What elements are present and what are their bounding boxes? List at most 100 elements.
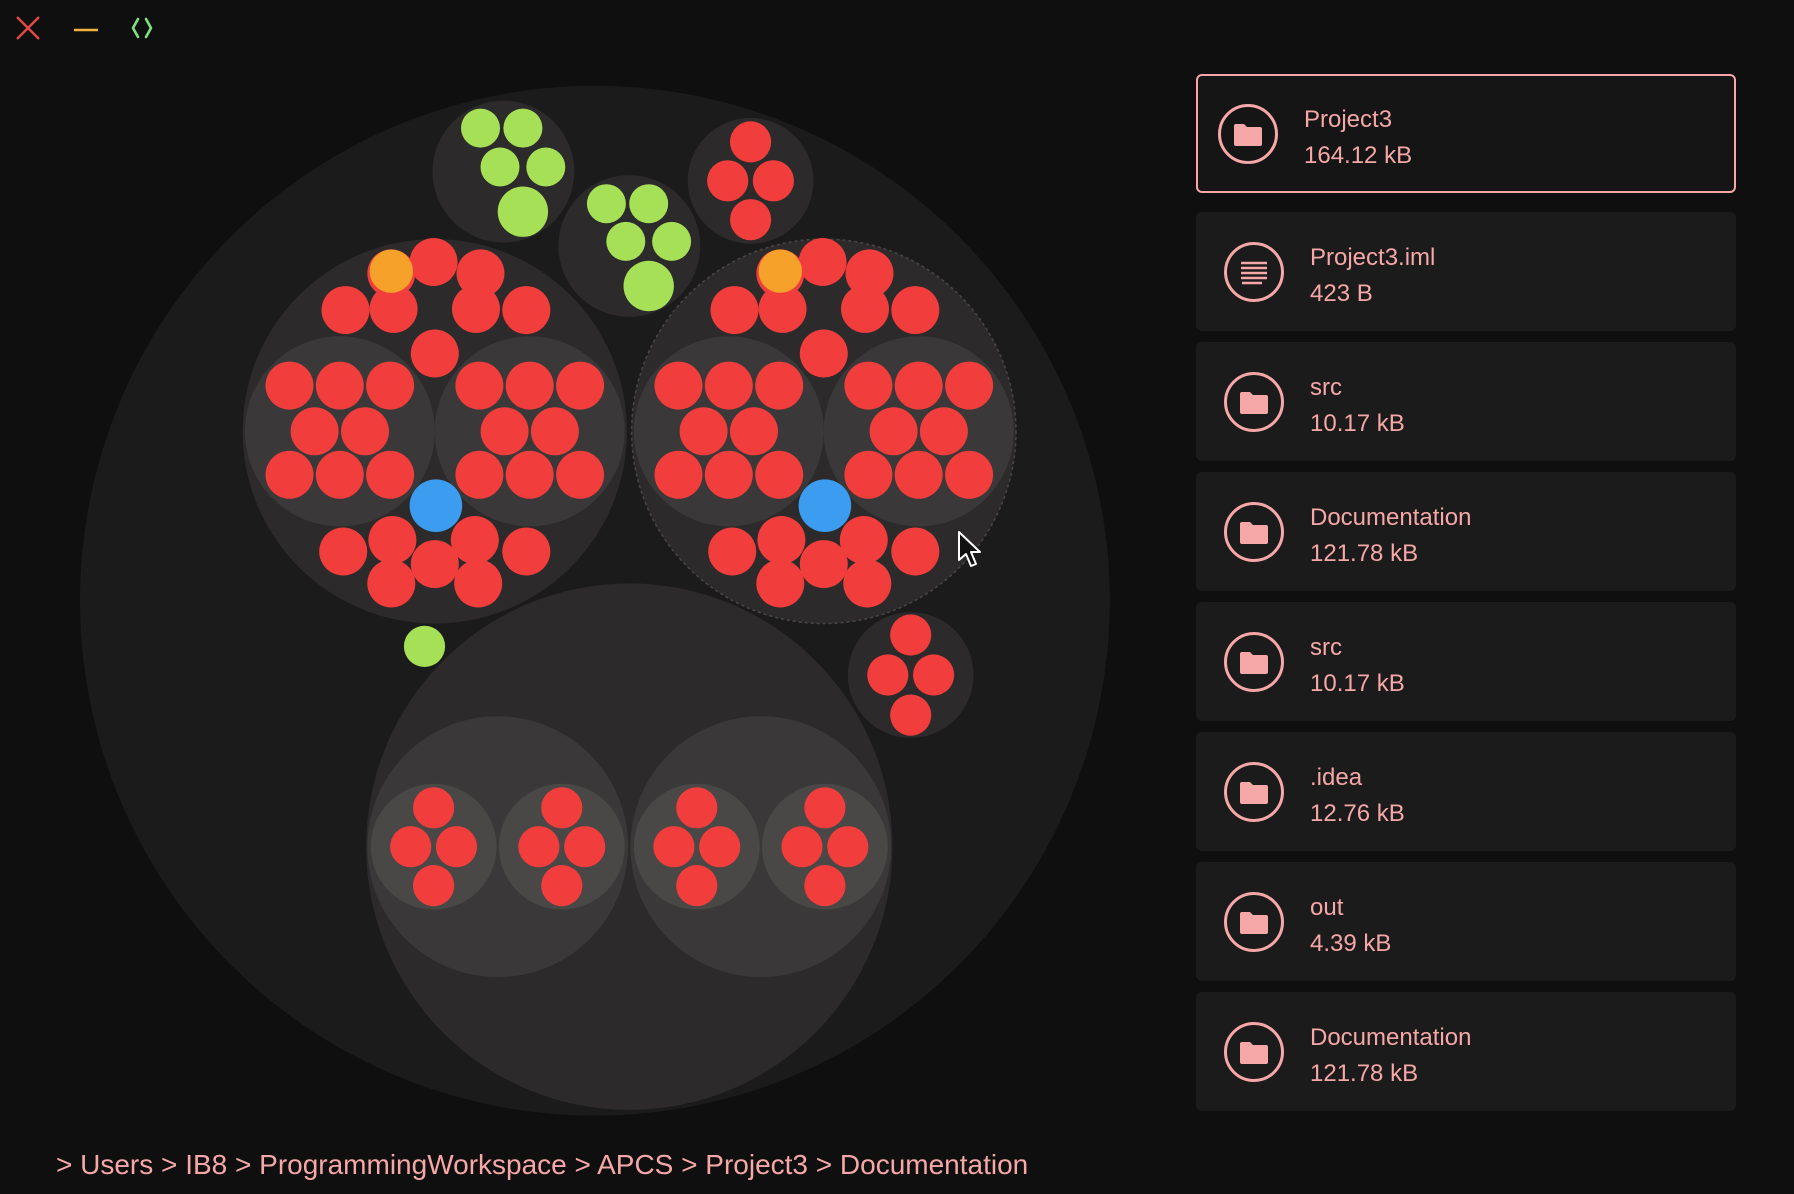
file-circle[interactable] (781, 826, 823, 868)
file-circle[interactable] (315, 361, 364, 410)
file-circle[interactable] (867, 654, 909, 696)
file-circle[interactable] (461, 108, 500, 148)
file-circle[interactable] (367, 559, 416, 608)
file-circle[interactable] (799, 329, 848, 378)
file-circle[interactable] (505, 450, 554, 499)
file-circle[interactable] (390, 826, 432, 868)
file-circle[interactable] (541, 865, 583, 907)
file-circle[interactable] (541, 787, 583, 829)
file-circle[interactable] (413, 787, 455, 829)
file-circle[interactable] (730, 121, 772, 163)
breadcrumb-item[interactable]: IB8 (185, 1149, 227, 1180)
file-circle[interactable] (843, 559, 892, 608)
file-circle[interactable] (654, 361, 703, 410)
file-circle[interactable] (679, 407, 728, 456)
file-circle[interactable] (804, 787, 846, 829)
file-circle[interactable] (526, 147, 566, 187)
file-circle[interactable] (556, 361, 605, 410)
file-circle[interactable] (369, 249, 413, 293)
file-circle[interactable] (891, 286, 940, 335)
file-circle[interactable] (652, 221, 692, 261)
file-circle[interactable] (341, 407, 389, 456)
file-circle[interactable] (890, 694, 932, 736)
file-circle[interactable] (676, 787, 718, 829)
file-list-item[interactable]: Documentation 121.78 kB (1196, 472, 1736, 591)
file-circle[interactable] (676, 865, 718, 907)
file-circle[interactable] (403, 625, 446, 668)
file-circle[interactable] (502, 286, 551, 335)
file-circle[interactable] (410, 329, 459, 378)
file-circle[interactable] (623, 260, 674, 312)
file-circle[interactable] (755, 450, 804, 499)
file-circle[interactable] (586, 184, 626, 224)
file-circle[interactable] (913, 654, 955, 696)
file-list-item[interactable]: Project3.iml 423 B (1196, 212, 1736, 331)
breadcrumb-item[interactable]: APCS (597, 1149, 673, 1180)
file-circle[interactable] (319, 527, 368, 576)
file-circle[interactable] (704, 361, 753, 410)
file-circle[interactable] (409, 479, 463, 532)
file-circle[interactable] (452, 284, 500, 333)
file-circle[interactable] (758, 249, 802, 293)
file-circle[interactable] (606, 221, 646, 261)
file-circle[interactable] (366, 361, 415, 410)
file-circle[interactable] (518, 826, 560, 868)
file-circle[interactable] (798, 479, 852, 532)
file-circle[interactable] (505, 361, 554, 410)
file-circle[interactable] (564, 826, 606, 868)
file-circle[interactable] (869, 407, 918, 456)
file-circle[interactable] (653, 826, 695, 868)
file-circle[interactable] (497, 186, 549, 237)
file-circle[interactable] (654, 450, 703, 499)
file-circle[interactable] (841, 284, 889, 333)
file-list-item[interactable]: out 4.39 kB (1196, 862, 1736, 981)
file-circle[interactable] (804, 865, 846, 907)
breadcrumb-item[interactable]: Documentation (840, 1149, 1028, 1180)
file-circle[interactable] (844, 450, 893, 499)
file-circle[interactable] (894, 361, 943, 410)
file-circle[interactable] (707, 160, 749, 202)
file-circle[interactable] (556, 450, 605, 499)
file-circle[interactable] (455, 450, 504, 499)
file-circle[interactable] (945, 450, 994, 499)
file-circle[interactable] (290, 407, 339, 456)
file-circle[interactable] (757, 516, 806, 564)
file-circle[interactable] (410, 540, 459, 589)
file-list-item[interactable]: .idea 12.76 kB (1196, 732, 1736, 851)
file-circle[interactable] (704, 450, 753, 499)
file-circle[interactable] (730, 407, 778, 456)
file-circle[interactable] (710, 286, 759, 335)
file-circle[interactable] (480, 147, 520, 187)
file-circle[interactable] (530, 407, 579, 456)
file-circle[interactable] (435, 826, 478, 868)
file-circle[interactable] (629, 184, 669, 224)
file-circle[interactable] (450, 516, 499, 564)
file-circle[interactable] (827, 826, 869, 868)
file-circle[interactable] (752, 160, 795, 202)
file-circle[interactable] (919, 407, 968, 456)
file-circle[interactable] (799, 540, 848, 589)
file-circle[interactable] (480, 407, 529, 456)
file-circle[interactable] (413, 865, 455, 907)
breadcrumb-item[interactable]: ProgrammingWorkspace (259, 1149, 567, 1180)
file-circle[interactable] (839, 516, 888, 564)
file-circle[interactable] (756, 559, 805, 608)
file-circle[interactable] (321, 286, 370, 335)
file-circle[interactable] (890, 614, 932, 656)
file-circle[interactable] (894, 450, 943, 499)
file-list-item[interactable]: Project3 164.12 kB (1196, 74, 1736, 193)
file-circle[interactable] (891, 527, 940, 576)
file-circle[interactable] (844, 361, 893, 410)
breadcrumb-item[interactable]: Project3 (705, 1149, 808, 1180)
file-circle[interactable] (755, 361, 804, 410)
breadcrumb-item[interactable]: Users (80, 1149, 153, 1180)
file-circle[interactable] (368, 516, 417, 564)
file-circle[interactable] (708, 527, 757, 576)
file-list-item[interactable]: src 10.17 kB (1196, 602, 1736, 721)
file-circle[interactable] (699, 826, 741, 868)
file-circle[interactable] (454, 559, 503, 608)
file-circle[interactable] (455, 361, 504, 410)
file-circle[interactable] (502, 527, 551, 576)
file-circle[interactable] (265, 450, 314, 499)
file-circle[interactable] (315, 450, 364, 499)
